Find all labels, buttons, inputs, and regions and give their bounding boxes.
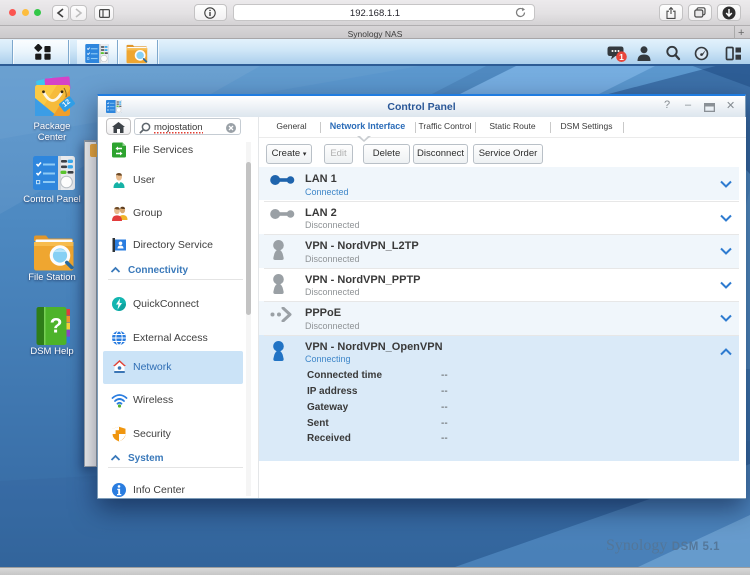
svg-text:?: ? <box>50 315 63 338</box>
svg-text:1: 1 <box>619 52 624 62</box>
